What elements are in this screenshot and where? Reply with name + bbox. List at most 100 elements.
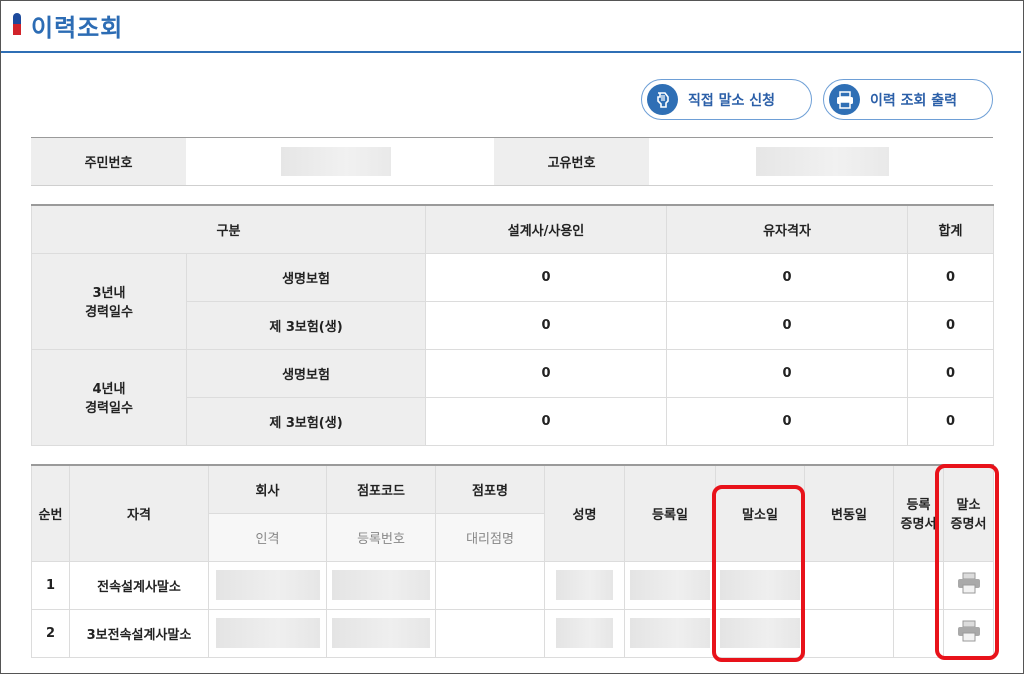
col-branch-name-sub: 대리점명	[435, 512, 545, 562]
total-value: 0	[907, 252, 995, 302]
row-company	[208, 608, 327, 658]
unique-no-label: 고유번호	[494, 138, 649, 185]
redacted-cancel-date	[720, 618, 800, 648]
total-value: 0	[907, 348, 995, 398]
planner-value: 0	[425, 300, 668, 350]
group-label-line2: 경력일수	[85, 305, 133, 320]
row-change-date	[804, 560, 894, 610]
row-name	[544, 608, 625, 658]
planner-value: 0	[425, 348, 668, 398]
row-no: 2	[31, 608, 70, 658]
redacted-resident-no	[281, 147, 391, 176]
page-header: 이력조회	[1, 1, 1021, 53]
row-cancel-cert	[943, 608, 994, 658]
row-cancel-cert	[943, 560, 994, 610]
print-history-label: 이력 조회 출력	[870, 92, 958, 109]
row-reg-date	[624, 608, 716, 658]
planner-value: 0	[425, 252, 668, 302]
insurance-type: 제 3보험(생)	[185, 396, 427, 446]
printer-icon	[829, 84, 860, 115]
row-no: 1	[31, 560, 70, 610]
col-qualified: 유자격자	[666, 204, 909, 254]
col-cancel-cert: 말소 증명서	[943, 464, 994, 562]
records-table: 순번 자격 회사 점포코드 점포명 성명 등록일 말소일 변동일 등록 증명서 …	[31, 464, 994, 658]
group-label-4yr: 4년내 경력일수	[31, 348, 187, 446]
redacted-unique-no	[756, 147, 889, 176]
group-label-line1: 3년내	[92, 286, 126, 301]
row-branch-code	[326, 560, 436, 610]
row-reg-date	[624, 560, 716, 610]
direct-cancel-label: 직접 말소 신청	[688, 92, 776, 109]
redacted-name	[556, 618, 613, 648]
redacted-cancel-date	[720, 570, 800, 600]
planner-value: 0	[425, 396, 668, 446]
qualified-value: 0	[666, 348, 909, 398]
col-planner: 설계사/사용인	[425, 204, 668, 254]
row-branch-name	[435, 608, 545, 658]
qualified-value: 0	[666, 252, 909, 302]
resident-no-label: 주민번호	[31, 138, 186, 185]
col-reg-date: 등록일	[624, 464, 716, 562]
col-category: 구분	[30, 204, 427, 254]
col-branch-name: 점포명	[435, 464, 545, 514]
redacted-name	[556, 570, 613, 600]
reg-cert-line1: 등록	[906, 498, 931, 514]
group-label-line1: 4년내	[92, 382, 126, 397]
page-title: 이력조회	[31, 14, 124, 42]
table-row: 2 3보전속설계사말소	[31, 608, 994, 658]
row-branch-name	[435, 560, 545, 610]
col-qualification: 자격	[69, 464, 209, 562]
row-cancel-date	[715, 560, 805, 610]
career-summary-table: 구분 설계사/사용인 유자격자 합계 3년내 경력일수 생명보험 0 0 0 제…	[30, 204, 995, 446]
reg-cert-line2: 증명서	[900, 517, 937, 533]
cancel-cert-line1: 말소	[956, 498, 981, 514]
insurance-type: 생명보험	[185, 252, 427, 302]
summary-row: 4년내 경력일수 생명보험 0 0 0	[31, 348, 995, 446]
summary-row: 3년내 경력일수 생명보험 0 0 0	[31, 252, 995, 350]
col-total: 합계	[907, 204, 995, 254]
row-company	[208, 560, 327, 610]
print-history-button[interactable]: 이력 조회 출력	[823, 79, 993, 120]
hand-pointer-icon	[647, 84, 678, 115]
row-change-date	[804, 608, 894, 658]
records-header-row: 순번 자격 회사 점포코드 점포명 성명 등록일 말소일 변동일 등록 증명서 …	[31, 464, 994, 562]
total-value: 0	[907, 396, 995, 446]
redacted-reg-date	[630, 570, 710, 600]
group-label-line2: 경력일수	[85, 401, 133, 416]
summary-header-row: 구분 설계사/사용인 유자격자 합계	[30, 204, 995, 254]
row-qualification: 전속설계사말소	[69, 560, 209, 610]
printer-icon[interactable]	[957, 620, 981, 646]
col-company-sub: 인격	[208, 512, 327, 562]
col-name: 성명	[544, 464, 625, 562]
title-bullet-icon	[13, 13, 21, 35]
redacted-branch-code	[332, 570, 430, 600]
row-reg-cert	[893, 560, 944, 610]
col-branch-code-sub: 등록번호	[326, 512, 436, 562]
row-reg-cert	[893, 608, 944, 658]
group-label-3yr: 3년내 경력일수	[31, 252, 187, 350]
unique-no-value	[649, 138, 993, 185]
redacted-company	[215, 570, 320, 600]
row-name	[544, 560, 625, 610]
insurance-type: 제 3보험(생)	[185, 300, 427, 350]
qualified-value: 0	[666, 300, 909, 350]
cancel-cert-line2: 증명서	[950, 517, 987, 533]
col-reg-cert: 등록 증명서	[893, 464, 944, 562]
id-info-row: 주민번호 고유번호	[31, 137, 993, 186]
printer-icon[interactable]	[957, 572, 981, 598]
table-row: 1 전속설계사말소	[31, 560, 994, 610]
row-cancel-date	[715, 608, 805, 658]
insurance-type: 생명보험	[185, 348, 427, 398]
col-change-date: 변동일	[804, 464, 894, 562]
row-qualification: 3보전속설계사말소	[69, 608, 209, 658]
direct-cancel-button[interactable]: 직접 말소 신청	[641, 79, 812, 120]
row-branch-code	[326, 608, 436, 658]
redacted-branch-code	[332, 618, 430, 648]
col-branch-code: 점포코드	[326, 464, 436, 514]
col-cancel-date: 말소일	[715, 464, 805, 562]
total-value: 0	[907, 300, 995, 350]
col-company: 회사	[208, 464, 327, 514]
col-no: 순번	[31, 464, 70, 562]
resident-no-value	[186, 138, 494, 185]
redacted-company	[215, 618, 320, 648]
